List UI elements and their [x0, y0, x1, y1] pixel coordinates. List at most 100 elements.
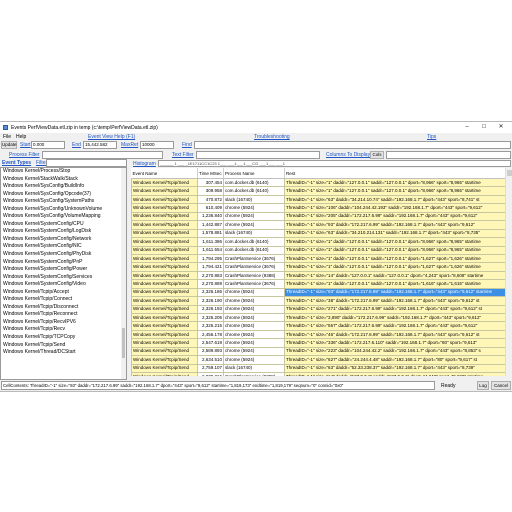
- text-filter-label[interactable]: Text Filter: [172, 152, 194, 158]
- table-row[interactable]: Windows Kernel/Tcpip/Send 307.454 com.dock…: [131, 177, 506, 188]
- table-row[interactable]: Windows Kernel/Tcpip/Send 1,611.386 com.do…: [131, 237, 506, 247]
- event-type-item[interactable]: Windows Kernel/Tcpip/Connect: [1, 296, 126, 304]
- grid-scroll-thumb[interactable]: [507, 170, 512, 176]
- event-type-item[interactable]: Windows Kernel/Tcpip/Accept: [1, 289, 126, 297]
- rest-cell[interactable]: ThreadID="-1" size="567" daddr="172.217.…: [284, 321, 506, 331]
- rest-cell[interactable]: ThreadID="-1" size="106" daddr="104.244.…: [284, 203, 506, 213]
- time-msec-cell[interactable]: 2,326.215: [197, 321, 224, 331]
- events-grid[interactable]: Event Name Time MSec Process Name Rest W…: [131, 168, 512, 376]
- time-msec-cell[interactable]: 1,442.887: [197, 220, 224, 230]
- rest-cell[interactable]: ThreadID="-1" size="1" daddr="127.0.0.1"…: [284, 237, 506, 247]
- event-type-item[interactable]: Windows Kernel/SystemConfig/CPU: [1, 221, 126, 229]
- time-msec-cell[interactable]: 2,326.193: [197, 304, 224, 315]
- table-row[interactable]: Windows Kernel/Tcpip/Send 2,634.510 chrome…: [131, 355, 506, 365]
- process-name-cell[interactable]: chrome (5924): [223, 220, 285, 230]
- event-name-cell[interactable]: Windows Kernel/Tcpip/Send: [131, 321, 198, 331]
- event-type-item[interactable]: Windows Kernel/SystemConfig/Network: [1, 236, 126, 244]
- table-row[interactable]: Windows Kernel/Tcpip/Send 2,270.889 CrashP…: [131, 279, 506, 289]
- rest-cell[interactable]: ThreadID="-1" size="38" daddr="172.217.6…: [284, 296, 506, 306]
- process-name-cell[interactable]: CrashPlanService (9388): [223, 270, 285, 281]
- rest-cell[interactable]: ThreadID="-1" size="627" daddr="24.244.4…: [284, 355, 506, 365]
- event-name-cell[interactable]: Windows Kernel/Tcpip/Send: [131, 194, 198, 205]
- table-row[interactable]: Windows Kernel/Tcpip/Send 2,456.178 chrome…: [131, 329, 506, 340]
- process-name-cell[interactable]: com.docker.db (6140): [223, 245, 285, 255]
- time-msec-cell[interactable]: 1,578.881: [197, 228, 224, 239]
- event-type-item[interactable]: Windows Kernel/SystemConfig/Services: [1, 274, 126, 282]
- event-types-scrollbar[interactable]: [121, 168, 126, 379]
- event-name-cell[interactable]: Windows Kernel/Tcpip/Send: [131, 253, 198, 264]
- process-name-cell[interactable]: chrome (5924): [223, 203, 285, 213]
- log-button[interactable]: Log: [477, 381, 489, 390]
- event-type-item[interactable]: Windows Kernel/SystemConfig/PhyDisk: [1, 251, 126, 259]
- process-name-cell[interactable]: com.docker.db (6140): [223, 177, 285, 188]
- table-row[interactable]: Windows Kernel/Tcpip/Send 1,442.887 chrome…: [131, 220, 506, 230]
- time-msec-cell[interactable]: 2,326.205: [197, 312, 224, 323]
- event-name-cell[interactable]: Windows Kernel/Tcpip/Send: [131, 287, 198, 298]
- event-name-cell[interactable]: Windows Kernel/Tcpip/Send: [131, 186, 198, 196]
- process-name-cell[interactable]: chrome (5924): [223, 338, 285, 348]
- event-name-cell[interactable]: Windows Kernel/Tcpip/Send: [131, 355, 198, 365]
- event-name-cell[interactable]: Windows Kernel/Tcpip/Send: [131, 312, 198, 323]
- event-type-item[interactable]: Windows Kernel/Tcpip/Disconnect: [1, 304, 126, 312]
- process-name-cell[interactable]: com.docker.db (6140): [223, 237, 285, 247]
- maximize-button[interactable]: ☐: [479, 124, 489, 131]
- event-name-cell[interactable]: Windows Kernel/Tcpip/Send: [131, 296, 198, 306]
- event-name-cell[interactable]: Windows Kernel/Tcpip/Send: [131, 329, 198, 340]
- event-name-cell[interactable]: Windows Kernel/Tcpip/Send: [131, 211, 198, 222]
- process-name-cell[interactable]: CrashPlanService (9388): [223, 372, 285, 376]
- table-row[interactable]: Windows Kernel/Tcpip/Send 1,794.421 CrashP…: [131, 262, 506, 272]
- process-name-cell[interactable]: chrome (5924): [223, 329, 285, 340]
- rest-cell[interactable]: ThreadID="-1" size="1" daddr="127.0.0.1"…: [284, 262, 506, 272]
- event-type-item[interactable]: Windows Kernel/SysConfig/Opcode(37): [1, 191, 126, 199]
- selected-table-row[interactable]: Windows Kernel/Tcpip/Send 2,326.186 chrome…: [131, 287, 506, 298]
- table-row[interactable]: Windows Kernel/Tcpip/Send 1,794.295 CrashP…: [131, 253, 506, 264]
- table-row[interactable]: Windows Kernel/Tcpip/Send 610.409 chrome (…: [131, 203, 506, 213]
- rest-cell[interactable]: ThreadID="-1" size="1" daddr="127.0.0.1"…: [284, 245, 506, 255]
- rest-cell[interactable]: ThreadID="-1" size="1" daddr="127.0.0.1"…: [284, 186, 506, 196]
- time-msec-cell[interactable]: 610.409: [197, 203, 224, 213]
- end-field[interactable]: 15,442.582: [83, 141, 117, 149]
- process-name-cell[interactable]: chrome (5924): [223, 211, 285, 222]
- table-row[interactable]: Windows Kernel/Tcpip/Send 2,270.883 CrashP…: [131, 270, 506, 281]
- table-row[interactable]: Windows Kernel/Tcpip/Send 1,236.840 chrome…: [131, 211, 506, 222]
- time-msec-cell[interactable]: 2,326.186: [197, 287, 224, 298]
- table-row[interactable]: Windows Kernel/Tcpip/Send 2,326.215 chrome…: [131, 321, 506, 331]
- cols-button[interactable]: Cols: [370, 151, 384, 159]
- process-name-cell[interactable]: chrome (5924): [223, 346, 285, 357]
- event-type-item[interactable]: Windows Kernel/Thread/DCStart: [1, 349, 126, 357]
- process-name-cell[interactable]: chrome (5924): [223, 312, 285, 323]
- rest-cell[interactable]: ThreadID="-1" size="1" daddr="127.0.0.1"…: [284, 253, 506, 264]
- column-header-event-name[interactable]: Event Name: [131, 168, 198, 179]
- rest-cell[interactable]: ThreadID="-1" size="205" daddr="172.217.…: [284, 211, 506, 222]
- event-type-item[interactable]: Windows Kernel/SysConfig/UnknownVolume: [1, 206, 126, 214]
- start-label[interactable]: Start: [20, 142, 31, 148]
- columns-to-display-label[interactable]: Columns To Display: [326, 152, 370, 158]
- process-name-cell[interactable]: chrome (5924): [223, 304, 285, 315]
- time-msec-cell[interactable]: 309.958: [197, 186, 224, 196]
- table-row[interactable]: Windows Kernel/Tcpip/Send 1,611.554 com.do…: [131, 245, 506, 255]
- rest-cell[interactable]: ThreadID="-1" size="63" daddr="34.210.21…: [284, 228, 506, 239]
- table-row[interactable]: Windows Kernel/Tcpip/Send 2,589.893 chrome…: [131, 346, 506, 357]
- event-type-item[interactable]: Windows Kernel/SystemConfig/Video: [1, 281, 126, 289]
- event-type-item[interactable]: Windows Kernel/SystemConfig/Power: [1, 266, 126, 274]
- event-name-cell[interactable]: Windows Kernel/Tcpip/Send: [131, 220, 198, 230]
- process-name-cell[interactable]: chrome (5924): [223, 296, 285, 306]
- time-msec-cell[interactable]: 2,879.316: [197, 372, 224, 376]
- rest-cell[interactable]: ThreadID="-1" size="336" daddr="172.217.…: [284, 338, 506, 348]
- start-field[interactable]: 0.000: [31, 141, 65, 149]
- time-msec-cell[interactable]: 1,794.421: [197, 262, 224, 272]
- rest-cell[interactable]: ThreadID="-1" size="93" daddr="172.217.6…: [284, 287, 506, 298]
- event-type-item[interactable]: Windows Kernel/Tcpip/Send: [1, 342, 126, 350]
- maxret-field[interactable]: 10000: [140, 141, 174, 149]
- process-name-cell[interactable]: slack (16740): [223, 228, 285, 239]
- event-types-filter-field[interactable]: [46, 159, 127, 167]
- event-type-item[interactable]: Windows Kernel/SystemConfig/LogDisk: [1, 228, 126, 236]
- cancel-button[interactable]: Cancel: [491, 381, 511, 390]
- time-msec-cell[interactable]: 2,270.883: [197, 270, 224, 281]
- event-name-cell[interactable]: Windows Kernel/Tcpip/Send: [131, 304, 198, 315]
- rest-cell[interactable]: ThreadID="-1" size="46" daddr="172.217.6…: [284, 329, 506, 340]
- time-msec-cell[interactable]: 307.454: [197, 177, 224, 188]
- event-name-cell[interactable]: Windows Kernel/Tcpip/Send: [131, 346, 198, 357]
- find-field[interactable]: [194, 141, 511, 149]
- table-row[interactable]: Windows Kernel/Tcpip/Send2,879.316CrashP…: [131, 372, 506, 376]
